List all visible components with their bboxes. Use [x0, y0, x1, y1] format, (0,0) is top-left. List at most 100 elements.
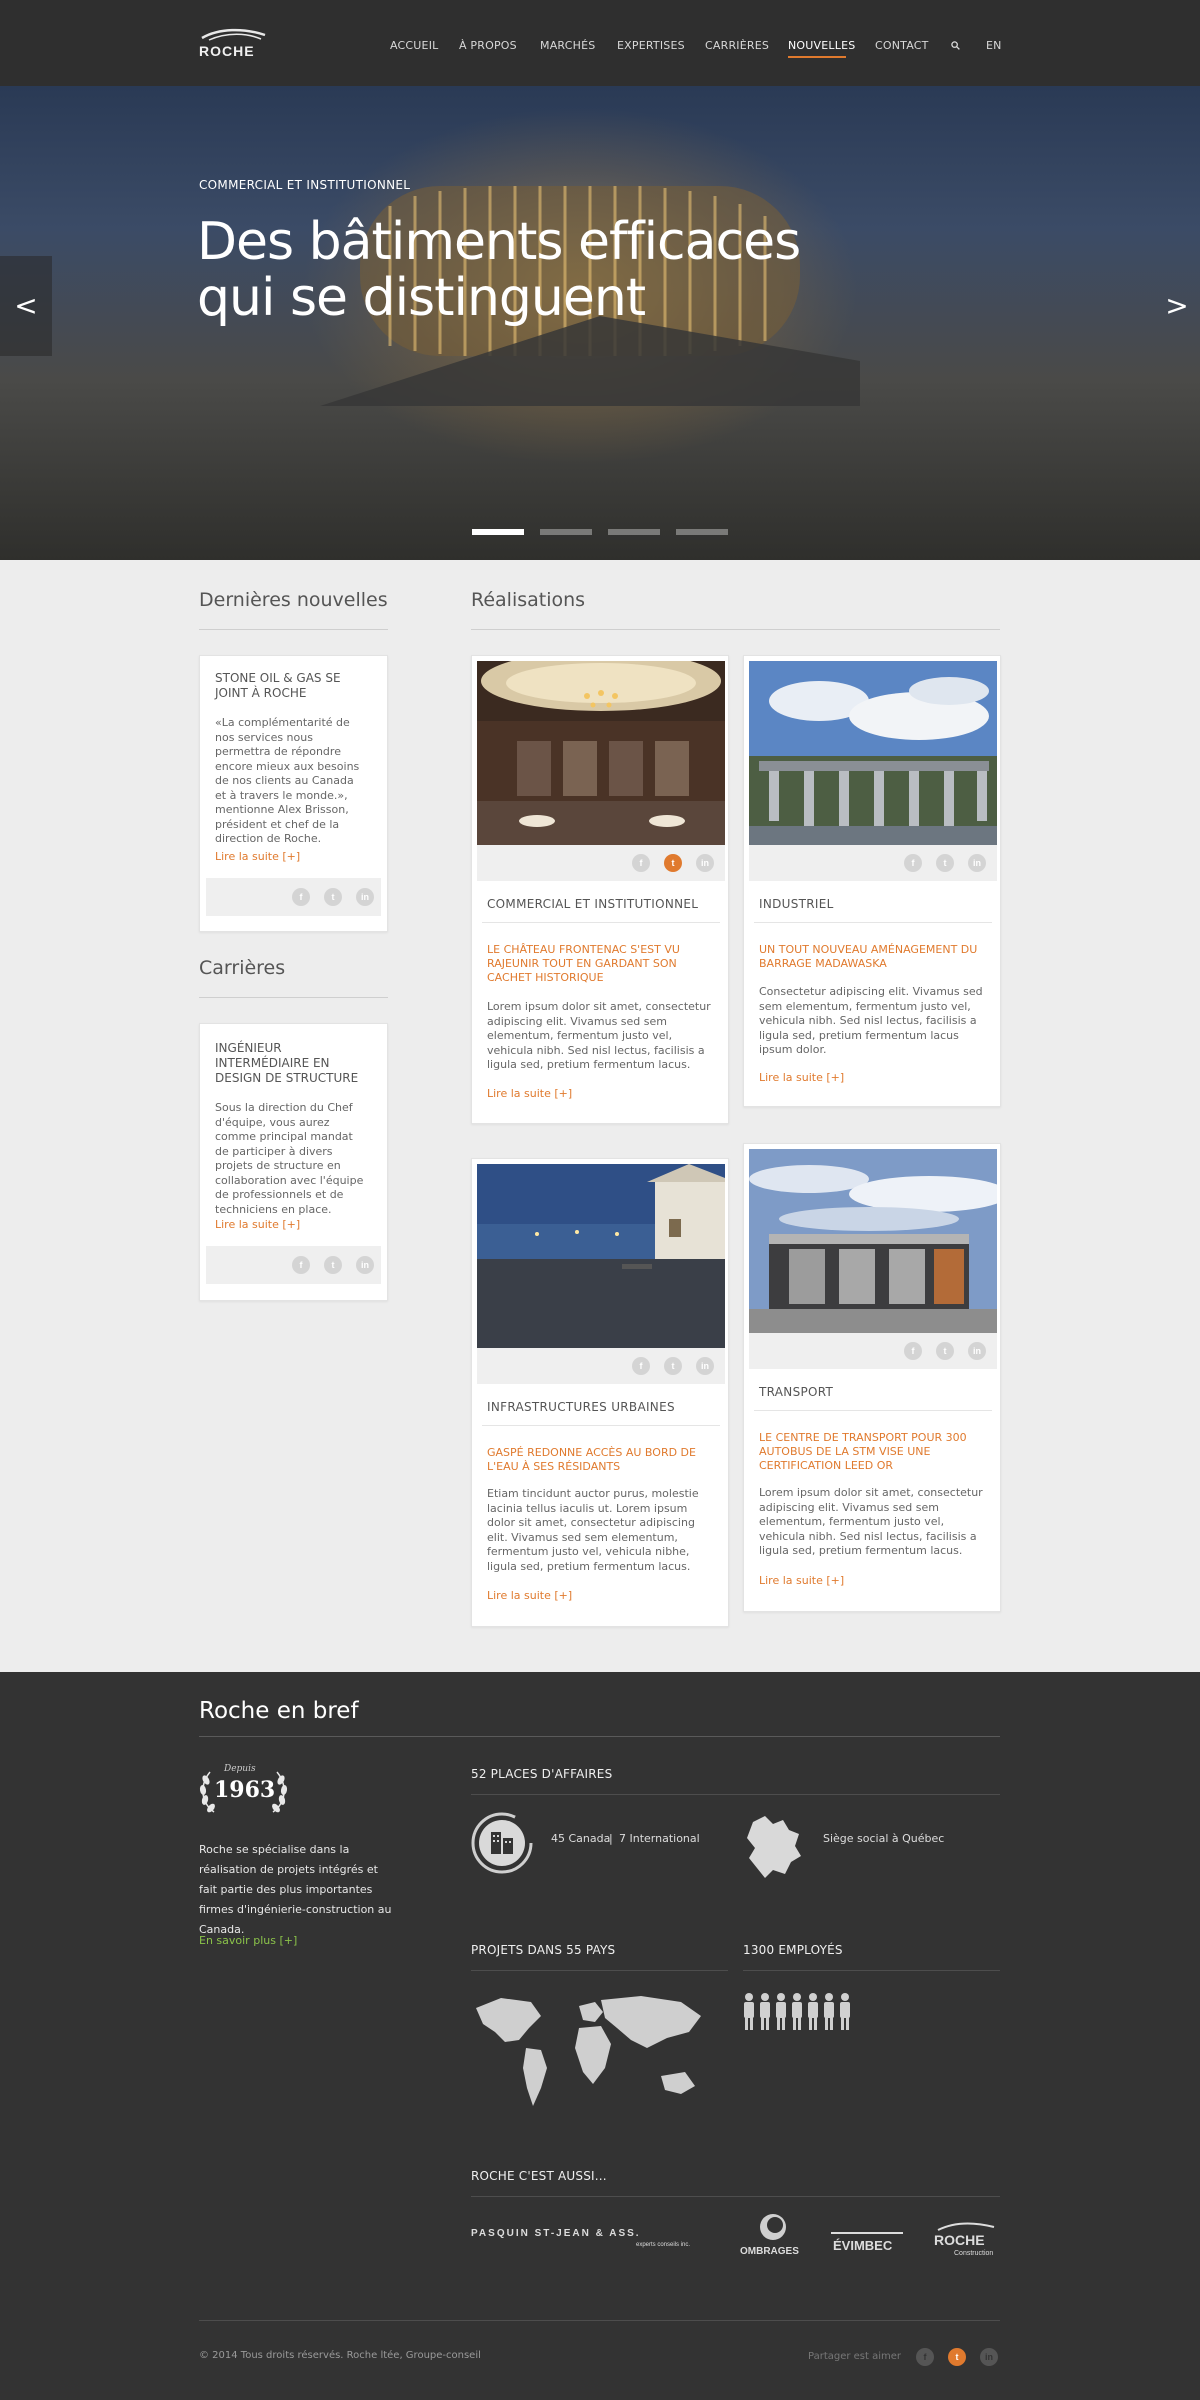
facebook-icon[interactable]: f	[916, 2348, 934, 2366]
also-title: ROCHE C'EST AUSSI...	[471, 2169, 607, 2183]
facebook-icon[interactable]: f	[632, 854, 650, 872]
partner-roche-subtitle: Construction	[954, 2250, 994, 2257]
twitter-icon[interactable]: t	[664, 854, 682, 872]
roche-en-bref-section: Roche en bref Depuis 1963 Roche se spéci…	[0, 1672, 1200, 2400]
project-card: f t in INDUSTRIEL UN TOUT NOUVEAU AMÉNAG…	[743, 655, 1001, 1107]
facebook-icon[interactable]: f	[904, 854, 922, 872]
facebook-icon[interactable]: f	[292, 888, 310, 906]
facebook-icon[interactable]: f	[632, 1357, 650, 1375]
project-text: Lorem ipsum dolor sit amet, consectetur …	[759, 1486, 983, 1557]
project-read-more-link[interactable]: Lire la suite [+]	[487, 1087, 572, 1100]
project-share-bar: f t in	[749, 1333, 997, 1369]
realisations-divider	[471, 629, 1000, 630]
places-separator: |	[609, 1832, 613, 1845]
carousel-indicators	[472, 529, 732, 535]
since-1963-badge: Depuis 1963	[196, 1764, 291, 1816]
linkedin-icon[interactable]: in	[968, 1342, 986, 1360]
partner-ombrages-name: OMBRAGES	[740, 2246, 799, 2257]
places-title: 52 PLACES D'AFFAIRES	[471, 1767, 613, 1781]
employees-people-icons	[743, 1992, 883, 2032]
linkedin-icon[interactable]: in	[356, 888, 374, 906]
project-image-stm[interactable]	[749, 1149, 997, 1333]
partner-pasquin-name: PASQUIN ST-JEAN & ASS.	[471, 2228, 641, 2239]
project-divider	[482, 1425, 720, 1426]
project-image-madawaska[interactable]	[749, 661, 997, 845]
project-divider	[754, 1410, 992, 1411]
linkedin-icon[interactable]: in	[980, 2348, 998, 2366]
facebook-icon[interactable]: f	[292, 1256, 310, 1274]
partner-evimbec-logo[interactable]: ÉVIMBEC	[831, 2232, 903, 2256]
site-header: ROCHE ACCUEIL À PROPOS MARCHÉS EXPERTISE…	[0, 0, 1200, 86]
news-read-more-link[interactable]: Lire la suite [+]	[215, 850, 300, 863]
hero-carousel: COMMERCIAL ET INSTITUTIONNEL Des bâtimen…	[0, 86, 1200, 560]
news-card: STONE OIL & GAS SE JOINT À ROCHE «La com…	[199, 655, 388, 932]
bref-more-link[interactable]: En savoir plus [+]	[199, 1934, 297, 1947]
carousel-prev-button[interactable]: <	[0, 256, 52, 356]
twitter-icon[interactable]: t	[936, 1342, 954, 1360]
nav-contact[interactable]: CONTACT	[875, 39, 929, 52]
carousel-dot-3[interactable]	[608, 529, 660, 535]
twitter-icon[interactable]: t	[324, 1256, 342, 1274]
footer-divider	[199, 2320, 1000, 2321]
also-divider	[471, 2196, 1000, 2197]
project-headline[interactable]: GASPÉ REDONNE ACCÈS AU BORD DE L'EAU À S…	[487, 1446, 715, 1474]
partner-evimbec-name: ÉVIMBEC	[833, 2238, 893, 2253]
facebook-icon[interactable]: f	[904, 1342, 922, 1360]
news-section-title: Dernières nouvelles	[199, 589, 388, 611]
project-read-more-link[interactable]: Lire la suite [+]	[759, 1071, 844, 1084]
partner-roche-construction-logo[interactable]: ROCHE Construction	[932, 2220, 1002, 2260]
news-card-text: «La complémentarité de nos services nous…	[215, 716, 360, 845]
person-icon	[824, 1993, 834, 2030]
twitter-icon[interactable]: t	[664, 1357, 682, 1375]
career-read-more-link[interactable]: Lire la suite [+]	[215, 1218, 300, 1231]
partner-ombrages-logo[interactable]: OMBRAGES	[740, 2212, 810, 2262]
partner-pasquin-subtitle: experts conseils inc.	[636, 2242, 691, 2248]
project-divider	[754, 922, 992, 923]
places-international: 7 International	[619, 1832, 700, 1845]
linkedin-icon[interactable]: in	[968, 854, 986, 872]
person-icon	[808, 1993, 818, 2030]
since-label: Depuis	[224, 1764, 256, 1774]
twitter-icon[interactable]: t	[324, 888, 342, 906]
project-card: f t in TRANSPORT LE CENTRE DE TRANSPORT …	[743, 1143, 1001, 1612]
linkedin-icon[interactable]: in	[356, 1256, 374, 1274]
places-canada: 45 Canada	[551, 1832, 611, 1845]
hero-title: Des bâtiments efficaces qui se distingue…	[197, 214, 837, 326]
careers-divider	[199, 997, 388, 998]
twitter-icon[interactable]: t	[936, 854, 954, 872]
nav-marches[interactable]: MARCHÉS	[540, 39, 595, 52]
project-category: INDUSTRIEL	[759, 897, 834, 911]
project-read-more-link[interactable]: Lire la suite [+]	[487, 1589, 572, 1602]
search-icon[interactable]	[951, 41, 960, 50]
project-headline[interactable]: LE CENTRE DE TRANSPORT POUR 300 AUTOBUS …	[759, 1431, 987, 1473]
project-category: TRANSPORT	[759, 1385, 834, 1399]
project-read-more-link[interactable]: Lire la suite [+]	[759, 1574, 844, 1587]
main-nav: ACCUEIL À PROPOS MARCHÉS EXPERTISES CARR…	[0, 0, 1200, 86]
linkedin-icon[interactable]: in	[696, 854, 714, 872]
person-icon	[744, 1993, 754, 2030]
linkedin-icon[interactable]: in	[696, 1357, 714, 1375]
news-card-title[interactable]: STONE OIL & GAS SE JOINT À ROCHE	[215, 671, 365, 701]
twitter-icon[interactable]: t	[948, 2348, 966, 2366]
career-card-title[interactable]: INGÉNIEUR INTERMÉDIAIRE EN DESIGN DE STR…	[215, 1041, 365, 1086]
nav-nouvelles[interactable]: NOUVELLES	[788, 39, 855, 52]
carousel-dot-2[interactable]	[540, 529, 592, 535]
share-label: Partager est aimer	[808, 2351, 902, 2362]
nav-accueil[interactable]: ACCUEIL	[390, 39, 438, 52]
project-image-frontenac[interactable]	[477, 661, 725, 845]
lang-switch[interactable]: EN	[986, 39, 1002, 52]
carousel-dot-1[interactable]	[472, 529, 524, 535]
nav-a-propos[interactable]: À PROPOS	[459, 39, 517, 52]
places-divider	[471, 1794, 1000, 1795]
copyright-text: © 2014 Tous droits réservés. Roche ltée,…	[199, 2350, 481, 2361]
carousel-next-button[interactable]: >	[1154, 256, 1200, 356]
project-image-gaspe[interactable]	[477, 1164, 725, 1348]
nav-carrieres[interactable]: CARRIÈRES	[705, 39, 769, 52]
project-headline[interactable]: UN TOUT NOUVEAU AMÉNAGEMENT DU BARRAGE M…	[759, 943, 987, 971]
carousel-dot-4[interactable]	[676, 529, 728, 535]
countries-title: PROJETS DANS 55 PAYS	[471, 1943, 616, 1957]
partner-pasquin-logo[interactable]: PASQUIN ST-JEAN & ASS. experts conseils …	[471, 2228, 711, 2258]
nav-expertises[interactable]: EXPERTISES	[617, 39, 685, 52]
project-headline[interactable]: LE CHÂTEAU FRONTENAC S'EST VU RAJEUNIR T…	[487, 943, 715, 985]
news-divider	[199, 629, 388, 630]
